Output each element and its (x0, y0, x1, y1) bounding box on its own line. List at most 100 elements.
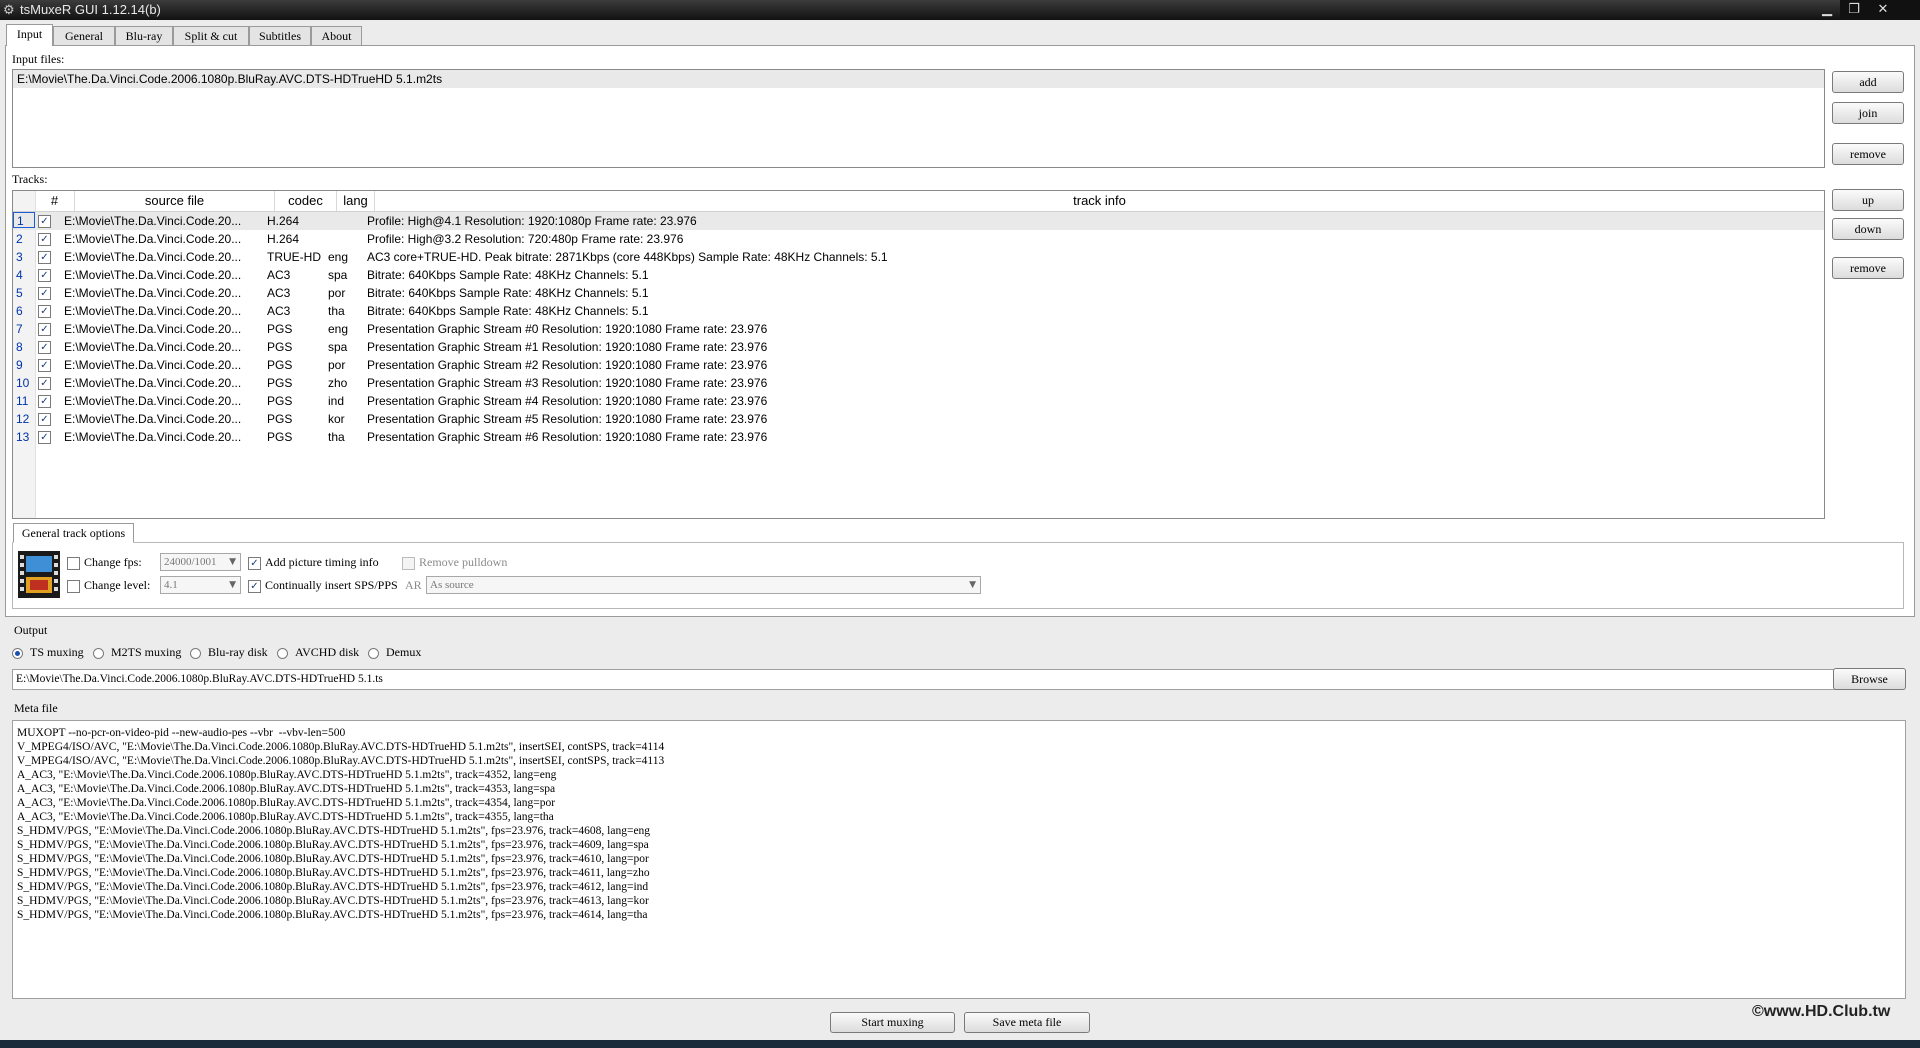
add-timing-checkbox[interactable]: ✓ (248, 555, 261, 570)
input-files-list[interactable]: E:\Movie\The.Da.Vinci.Code.2006.1080p.Bl… (12, 69, 1825, 168)
col-number[interactable]: # (35, 191, 75, 211)
tracks-label: Tracks: (12, 172, 48, 186)
tab-about[interactable]: About (311, 26, 362, 45)
table-row[interactable]: 9 E:\Movie\The.Da.Vinci.Code.20... PGS por P… (13, 356, 1824, 374)
meta-line: S_HDMV/PGS, "E:\Movie\The.Da.Vinci.Code.… (17, 909, 648, 921)
demux-label: Demux (386, 645, 422, 659)
meta-line: A_AC3, "E:\Movie\The.Da.Vinci.Code.2006.… (17, 811, 554, 823)
track-info: Presentation Graphic Stream #0 Resolutio… (367, 322, 768, 336)
minimize-icon[interactable]: ▁ (1816, 1, 1838, 18)
table-row[interactable]: 2 E:\Movie\The.Da.Vinci.Code.20... H.264 Pr… (13, 230, 1824, 248)
track-source-file: E:\Movie\The.Da.Vinci.Code.20... (64, 358, 242, 372)
radio-demux[interactable] (368, 645, 379, 660)
track-enabled-checkbox[interactable]: ✓ (35, 302, 60, 320)
track-enabled-checkbox[interactable]: ✓ (35, 266, 60, 284)
general-track-options-tab[interactable]: General track options (13, 523, 134, 543)
col-source-file[interactable]: source file (75, 191, 275, 211)
output-path-input[interactable]: E:\Movie\The.Da.Vinci.Code.2006.1080p.Bl… (12, 669, 1860, 690)
checkmark-icon: ✓ (38, 431, 51, 445)
table-row[interactable]: 4 E:\Movie\The.Da.Vinci.Code.20... AC3 spa B… (13, 266, 1824, 284)
save-meta-file-button[interactable]: Save meta file (964, 1012, 1090, 1033)
table-row[interactable]: 3 E:\Movie\The.Da.Vinci.Code.20... TRUE-HD… (13, 248, 1824, 266)
output-label: Output (14, 623, 48, 637)
radio-ts-muxing[interactable] (12, 645, 23, 660)
down-button[interactable]: down (1832, 218, 1904, 240)
fps-value: 24000/1001 (164, 556, 217, 568)
add-button[interactable]: add (1832, 71, 1904, 93)
track-lang (328, 212, 364, 230)
ar-combo[interactable]: As source ▼ (426, 576, 981, 594)
input-file-item[interactable]: E:\Movie\The.Da.Vinci.Code.2006.1080p.Bl… (13, 70, 1824, 88)
title-bar (0, 0, 1920, 20)
change-fps-label: Change fps: (84, 555, 142, 569)
checkmark-icon: ✓ (38, 269, 51, 283)
table-row[interactable]: 6 E:\Movie\The.Da.Vinci.Code.20... AC3 tha B… (13, 302, 1824, 320)
track-enabled-checkbox[interactable]: ✓ (35, 248, 60, 266)
meta-line: S_HDMV/PGS, "E:\Movie\The.Da.Vinci.Code.… (17, 825, 651, 837)
track-number: 1 (13, 212, 35, 228)
track-enabled-checkbox[interactable]: ✓ (35, 392, 60, 410)
level-combo[interactable]: 4.1 ▼ (160, 576, 241, 594)
meta-file-textarea[interactable]: MUXOPT --no-pcr-on-video-pid --new-audio… (12, 720, 1906, 999)
change-level-label: Change level: (84, 578, 151, 592)
track-source-file: E:\Movie\The.Da.Vinci.Code.20... (64, 214, 242, 228)
browse-button[interactable]: Browse (1833, 668, 1906, 690)
track-codec: PGS (267, 376, 293, 390)
radio-avchd-disk[interactable] (277, 645, 288, 660)
tracks-table[interactable]: # source file codec lang track info 1 E:\… (12, 190, 1825, 519)
col-track-info[interactable]: track info (375, 191, 1824, 211)
table-row[interactable]: 8 E:\Movie\The.Da.Vinci.Code.20... PGS spa P… (13, 338, 1824, 356)
track-source-file: E:\Movie\The.Da.Vinci.Code.20... (64, 340, 242, 354)
tab-subtitles[interactable]: Subtitles (249, 26, 311, 45)
track-enabled-checkbox[interactable]: ✓ (35, 374, 60, 392)
remove-pulldown-checkbox[interactable] (402, 555, 415, 570)
track-enabled-checkbox[interactable]: ✓ (35, 230, 60, 248)
tab-split-cut[interactable]: Split & cut (173, 26, 249, 45)
checkmark-icon: ✓ (38, 287, 51, 301)
radio-blu-ray-disk[interactable] (190, 645, 201, 660)
table-row[interactable]: 11 E:\Movie\The.Da.Vinci.Code.20... PGS ind… (13, 392, 1824, 410)
insert-sps-checkbox[interactable]: ✓ (248, 578, 261, 593)
ar-value: As source (430, 579, 474, 591)
track-enabled-checkbox[interactable]: ✓ (35, 428, 60, 446)
restore-icon[interactable]: ❐ (1843, 1, 1865, 18)
track-lang: spa (328, 268, 348, 282)
track-enabled-checkbox[interactable]: ✓ (35, 212, 60, 230)
change-level-checkbox[interactable] (67, 578, 80, 593)
tab-input[interactable]: Input (6, 24, 53, 46)
col-codec[interactable]: codec (275, 191, 337, 211)
track-enabled-checkbox[interactable]: ✓ (35, 320, 60, 338)
track-source-file: E:\Movie\The.Da.Vinci.Code.20... (64, 268, 242, 282)
remove-track-button[interactable]: remove (1832, 257, 1904, 279)
join-button[interactable]: join (1832, 102, 1904, 124)
table-row[interactable]: 10 E:\Movie\The.Da.Vinci.Code.20... PGS zho… (13, 374, 1824, 392)
table-row[interactable]: 5 E:\Movie\The.Da.Vinci.Code.20... AC3 por B… (13, 284, 1824, 302)
up-button[interactable]: up (1832, 189, 1904, 211)
meta-line: V_MPEG4/ISO/AVC, "E:\Movie\The.Da.Vinci.… (17, 755, 665, 767)
remove-file-button[interactable]: remove (1832, 143, 1904, 165)
ar-label: AR (405, 578, 422, 592)
table-row[interactable]: 1 E:\Movie\The.Da.Vinci.Code.20... H.264 Pr… (13, 212, 1824, 230)
start-muxing-button[interactable]: Start muxing (830, 1012, 955, 1033)
track-info: Presentation Graphic Stream #1 Resolutio… (367, 340, 768, 354)
change-fps-checkbox[interactable] (67, 555, 80, 570)
radio-m2ts-muxing[interactable] (93, 645, 104, 660)
tab-blu-ray[interactable]: Blu-ray (115, 26, 173, 45)
tab-general[interactable]: General (53, 26, 115, 45)
checkmark-icon: ✓ (38, 377, 51, 391)
table-row[interactable]: 13 E:\Movie\The.Da.Vinci.Code.20... PGS tha… (13, 428, 1824, 446)
track-source-file: E:\Movie\The.Da.Vinci.Code.20... (64, 376, 242, 390)
track-enabled-checkbox[interactable]: ✓ (35, 356, 60, 374)
track-codec: PGS (267, 430, 293, 444)
track-info: Presentation Graphic Stream #4 Resolutio… (367, 394, 768, 408)
track-lang: kor (328, 412, 345, 426)
track-enabled-checkbox[interactable]: ✓ (35, 410, 60, 428)
fps-combo[interactable]: 24000/1001 ▼ (160, 553, 241, 571)
track-lang: tha (328, 430, 345, 444)
close-icon[interactable]: ✕ (1872, 1, 1894, 18)
table-row[interactable]: 7 E:\Movie\The.Da.Vinci.Code.20... PGS eng P… (13, 320, 1824, 338)
track-enabled-checkbox[interactable]: ✓ (35, 338, 60, 356)
track-enabled-checkbox[interactable]: ✓ (35, 284, 60, 302)
table-row[interactable]: 12 E:\Movie\The.Da.Vinci.Code.20... PGS kor… (13, 410, 1824, 428)
col-lang[interactable]: lang (337, 191, 375, 211)
